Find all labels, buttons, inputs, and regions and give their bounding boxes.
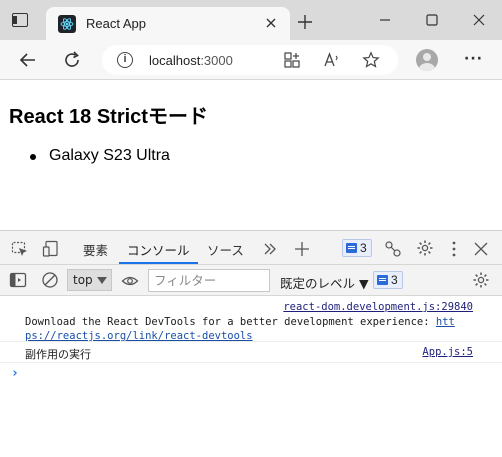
log-levels-dropdown[interactable]: 既定のレベル ▼ [280,273,369,292]
context-value: top [73,273,93,287]
sidebar-toggle-icon[interactable] [9,271,27,289]
log-source-link[interactable]: App.js:5 [422,346,473,358]
profile-avatar[interactable] [416,49,438,71]
more-tabs-chevron-icon[interactable] [261,240,279,258]
favorite-star-icon[interactable] [362,51,380,69]
app-available-icon[interactable] [283,51,301,69]
list-item: Galaxy S23 Ultra [30,147,170,165]
browser-toolbar: i localhost:3000 ··· [0,40,502,80]
read-aloud-icon[interactable] [323,51,341,69]
browser-titlebar: React App [0,0,502,40]
more-options-icon[interactable]: ··· [464,51,483,67]
tab-elements[interactable]: 要素 [83,240,108,259]
live-expression-eye-icon[interactable] [121,272,139,290]
devtools-tabbar: 要素 コンソール ソース 3 [0,231,502,265]
close-window-icon[interactable] [471,12,487,28]
inspect-element-icon[interactable] [11,240,29,258]
clear-console-icon[interactable] [41,271,59,289]
url-text[interactable]: localhost:3000 [149,53,233,68]
close-devtools-icon[interactable] [472,240,490,258]
console-message: react-dom.development.js:29840 Download … [0,296,502,342]
address-bar[interactable]: i localhost:3000 [102,45,398,75]
console-message: 副作用の実行 App.js:5 [0,342,502,363]
site-info-icon[interactable]: i [117,52,133,68]
item-list: Galaxy S23 Ultra [30,147,170,165]
devtools-link[interactable]: htt [436,316,455,328]
console-prompt-icon[interactable]: › [11,366,19,381]
url-port: :3000 [200,53,233,68]
log-source-link[interactable]: react-dom.development.js:29840 [283,301,473,313]
message-icon [346,243,357,253]
levels-issues-count: 3 [391,273,398,287]
log-message: Download the React DevTools for a better… [25,316,436,328]
log-message: 副作用の実行 [25,348,91,361]
issues-badge[interactable]: 3 [342,239,372,257]
add-tab-icon[interactable] [293,240,311,258]
settings-gear-icon[interactable] [416,239,434,257]
console-output: react-dom.development.js:29840 Download … [0,296,502,381]
filter-input[interactable] [148,269,270,292]
context-selector[interactable]: top [67,269,112,291]
new-tab-icon[interactable] [298,15,312,29]
browser-tab[interactable]: React App [46,7,290,40]
levels-label: 既定のレベル [280,276,356,291]
back-icon[interactable] [18,50,38,70]
close-tab-icon[interactable] [264,16,278,30]
react-logo-icon [58,15,76,33]
tab-sources[interactable]: ソース [207,240,244,259]
page-viewport: React 18 Strictモード Galaxy S23 Ultra [0,81,502,230]
console-settings-gear-icon[interactable] [472,271,490,289]
devtools-panel: 要素 コンソール ソース 3 top フィルター 既定のレベル ▼ 3 reac… [0,230,502,457]
maximize-icon[interactable] [424,12,440,28]
console-toolbar: top 既定のレベル ▼ 3 [0,265,502,296]
message-icon [377,275,388,285]
issues-count: 3 [360,241,367,255]
dropdown-arrow-icon [97,277,107,284]
refresh-icon[interactable] [62,50,82,70]
customize-menu-icon[interactable] [445,240,463,258]
page-heading: React 18 Strictモード [9,106,208,128]
network-conditions-icon[interactable] [384,240,402,258]
log-text: Download the React DevTools for a better… [25,315,480,343]
tab-actions-icon[interactable] [12,13,28,27]
url-host: localhost [149,53,201,68]
device-toolbar-icon[interactable] [42,240,60,258]
minimize-icon[interactable] [377,12,393,28]
tab-console[interactable]: コンソール [119,240,197,264]
levels-issues-badge[interactable]: 3 [373,271,403,289]
tab-title: React App [86,16,146,31]
devtools-link-cont[interactable]: ps://reactjs.org/link/react-devtools [25,330,253,342]
